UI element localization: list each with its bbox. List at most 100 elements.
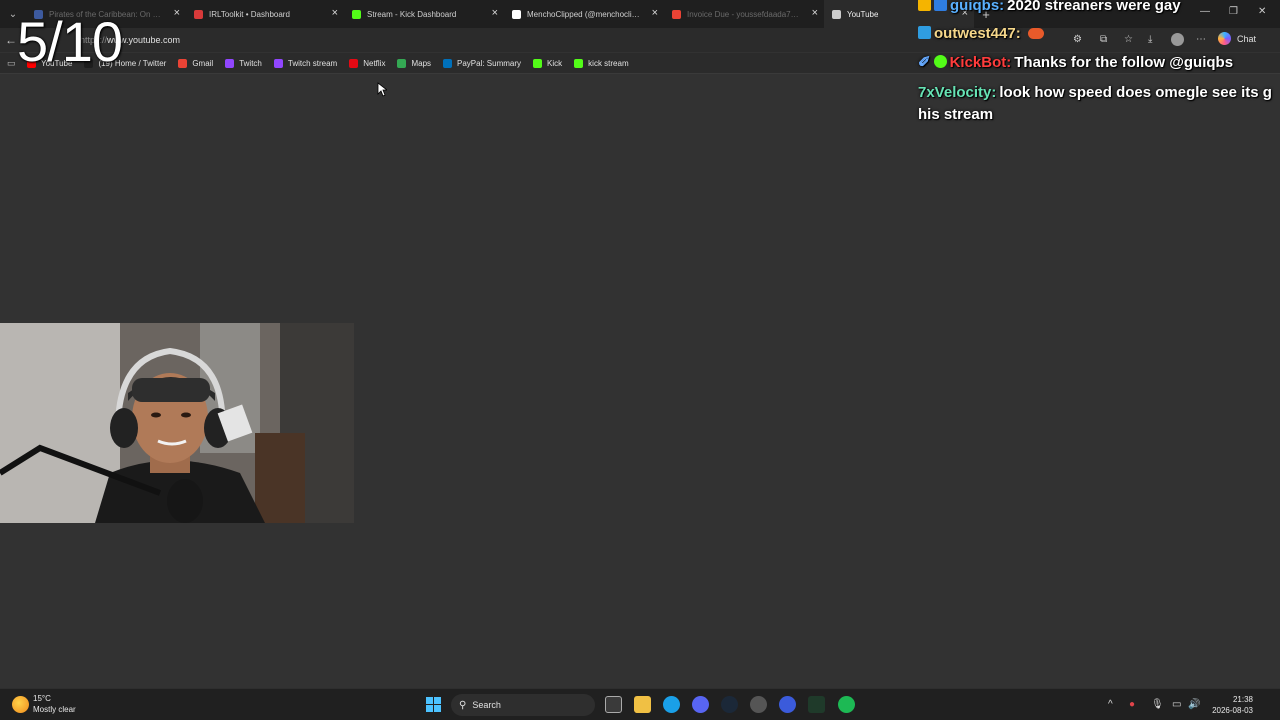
tab-title: IRLToolkit • Dashboard bbox=[209, 9, 290, 19]
clock-date: 2026-08-03 bbox=[1212, 706, 1253, 715]
show-hidden-icons-chevron-icon[interactable]: ^ bbox=[1108, 699, 1113, 710]
bookmark-item[interactable]: PayPal: Summary bbox=[443, 58, 522, 68]
bookmark-label: Kick bbox=[547, 58, 563, 68]
taskbar-search-box[interactable]: ⚲ Search bbox=[451, 694, 595, 716]
chat-message: guiqbs: 2020 streaners were gay bbox=[918, 0, 1181, 17]
tab-title: YouTube bbox=[847, 9, 879, 19]
tab-title: Stream - Kick Dashboard bbox=[367, 9, 457, 19]
bookmark-favicon-icon bbox=[349, 58, 359, 68]
tab-favicon-icon bbox=[512, 9, 521, 19]
browser-tab[interactable]: Stream - Kick Dashboard × bbox=[344, 0, 504, 28]
bookmark-item[interactable]: Netflix bbox=[349, 58, 386, 68]
bookmark-item[interactable]: Maps bbox=[397, 58, 432, 68]
chat-message: outwest447: bbox=[918, 23, 1044, 45]
taskbar-search-label: Search bbox=[472, 700, 501, 710]
tab-title: MenchoClipped (@menchoclipped bbox=[527, 9, 642, 19]
bookmark-item[interactable]: Twitch stream bbox=[273, 58, 338, 68]
chat-text: 2020 streaners were gay bbox=[1007, 0, 1181, 14]
chat-username: KickBot: bbox=[949, 54, 1012, 71]
profile-avatar[interactable] bbox=[1171, 33, 1184, 46]
weather-temp: 15°C bbox=[33, 694, 51, 703]
webcam-feed bbox=[0, 323, 354, 523]
windows-taskbar: 15°C Mostly clear ⚲ Search ^ ● 🎙 ▭ 🔊 21:… bbox=[0, 688, 1280, 720]
system-clock[interactable]: 21:38 2026-08-03 bbox=[1207, 694, 1253, 716]
downloads-icon[interactable]: ⤓ bbox=[1148, 34, 1152, 45]
bookmark-item[interactable]: kick stream bbox=[574, 58, 629, 68]
tab-favicon-icon bbox=[352, 9, 361, 19]
favorites-star-icon[interactable]: ☆ bbox=[1124, 34, 1133, 45]
streamer-webcam-image bbox=[0, 323, 354, 523]
bookmark-favicon-icon bbox=[178, 58, 188, 68]
bookmark-favicon-icon bbox=[397, 58, 407, 68]
copilot-chat-label: Chat bbox=[1237, 33, 1257, 44]
subscriber-badge-icon bbox=[934, 0, 947, 11]
volume-icon[interactable]: 🔊 bbox=[1188, 699, 1200, 710]
file-explorer-icon[interactable] bbox=[634, 696, 651, 713]
bookmark-label: Twitch bbox=[239, 58, 262, 68]
chat-message: 7xVelocity: look how speed does omegle se… bbox=[918, 82, 1280, 126]
antivirus-tray-icon[interactable]: ● bbox=[1129, 699, 1135, 710]
clock-time: 21:38 bbox=[1232, 695, 1253, 704]
copilot-icon bbox=[1218, 32, 1231, 45]
split-screen-icon[interactable]: ⧉ bbox=[1100, 34, 1107, 45]
chat-message: ✐ KickBot: Thanks for the follow @guiqbs bbox=[918, 52, 1233, 74]
tab-close-icon[interactable]: × bbox=[174, 8, 180, 19]
tab-favicon-icon bbox=[194, 9, 203, 19]
search-icon: ⚲ bbox=[459, 699, 467, 711]
ea-app-icon[interactable] bbox=[779, 696, 796, 713]
microphone-icon[interactable]: 🎙 bbox=[1151, 699, 1164, 710]
copilot-chat-button[interactable]: Chat bbox=[1218, 32, 1256, 45]
browser-tab[interactable]: IRLToolkit • Dashboard × bbox=[186, 0, 344, 28]
edge-icon[interactable] bbox=[663, 696, 680, 713]
bookmark-favicon-icon bbox=[273, 58, 283, 68]
browser-tab[interactable]: Invoice Due - youssefdaada78@g × bbox=[664, 0, 824, 28]
bookmark-label: PayPal: Summary bbox=[457, 58, 522, 68]
obs-icon[interactable] bbox=[750, 696, 767, 713]
bookmark-favicon-icon bbox=[225, 58, 235, 68]
bookmark-favicon-icon bbox=[574, 58, 584, 68]
bookmark-label: Gmail bbox=[192, 58, 214, 68]
discord-icon[interactable] bbox=[692, 696, 709, 713]
tab-title: Invoice Due - youssefdaada78@g bbox=[687, 9, 802, 19]
chat-username: outwest447: bbox=[934, 25, 1021, 42]
bookmark-favicon-icon bbox=[443, 58, 453, 68]
weather-widget[interactable]: 15°C Mostly clear bbox=[12, 693, 76, 715]
minimize-icon[interactable]: — bbox=[1200, 6, 1210, 17]
mouse-cursor-icon bbox=[377, 82, 387, 97]
tab-close-icon[interactable]: × bbox=[812, 8, 818, 19]
bookmark-label: kick stream bbox=[588, 58, 629, 68]
close-window-icon[interactable]: ✕ bbox=[1258, 6, 1266, 17]
tab-close-icon[interactable]: × bbox=[492, 8, 498, 19]
restore-icon[interactable]: ❐ bbox=[1229, 6, 1238, 17]
bookmark-label: Maps bbox=[411, 58, 432, 68]
verified-badge-icon bbox=[933, 55, 947, 68]
more-menu-icon[interactable]: ⋯ bbox=[1196, 34, 1206, 45]
cube-badge-icon bbox=[918, 26, 931, 39]
bookmark-item[interactable]: Gmail bbox=[178, 58, 214, 68]
bookmark-item[interactable]: Twitch bbox=[225, 58, 262, 68]
bookmark-label: Twitch stream bbox=[287, 58, 338, 68]
tab-close-icon[interactable]: × bbox=[652, 8, 658, 19]
network-icon[interactable]: ▭ bbox=[1172, 699, 1181, 710]
address-bar[interactable]: https:// www.youtube.com bbox=[80, 31, 910, 49]
emote-icon bbox=[1027, 28, 1044, 39]
windows-start-icon[interactable] bbox=[426, 697, 441, 712]
tab-favicon-icon bbox=[672, 9, 681, 19]
bookmark-label: Netflix bbox=[363, 58, 386, 68]
sword-badge-icon: ✐ bbox=[918, 54, 931, 71]
bookmark-favicon-icon bbox=[533, 58, 543, 68]
tab-favicon-icon bbox=[832, 9, 841, 19]
weather-desc: Mostly clear bbox=[33, 705, 76, 714]
chat-text: Thanks for the follow @guiqbs bbox=[1014, 54, 1234, 71]
browser-tab[interactable]: MenchoClipped (@menchoclipped × bbox=[504, 0, 664, 28]
chat-username: guiqbs: bbox=[950, 0, 1005, 14]
bookmark-item[interactable]: Kick bbox=[533, 58, 563, 68]
steam-icon[interactable] bbox=[721, 696, 738, 713]
spotify-icon[interactable] bbox=[838, 696, 855, 713]
browser-toolbar: ← https:// www.youtube.com ⚙ ⧉ ☆ ⤓ ⋯ bbox=[0, 28, 1280, 52]
extensions-icon[interactable]: ⚙ bbox=[1073, 34, 1082, 45]
tab-close-icon[interactable]: × bbox=[332, 8, 338, 19]
terminal-icon[interactable] bbox=[808, 696, 825, 713]
overlay-counter: 5/10 bbox=[17, 10, 123, 73]
task-view-icon[interactable] bbox=[605, 696, 622, 713]
